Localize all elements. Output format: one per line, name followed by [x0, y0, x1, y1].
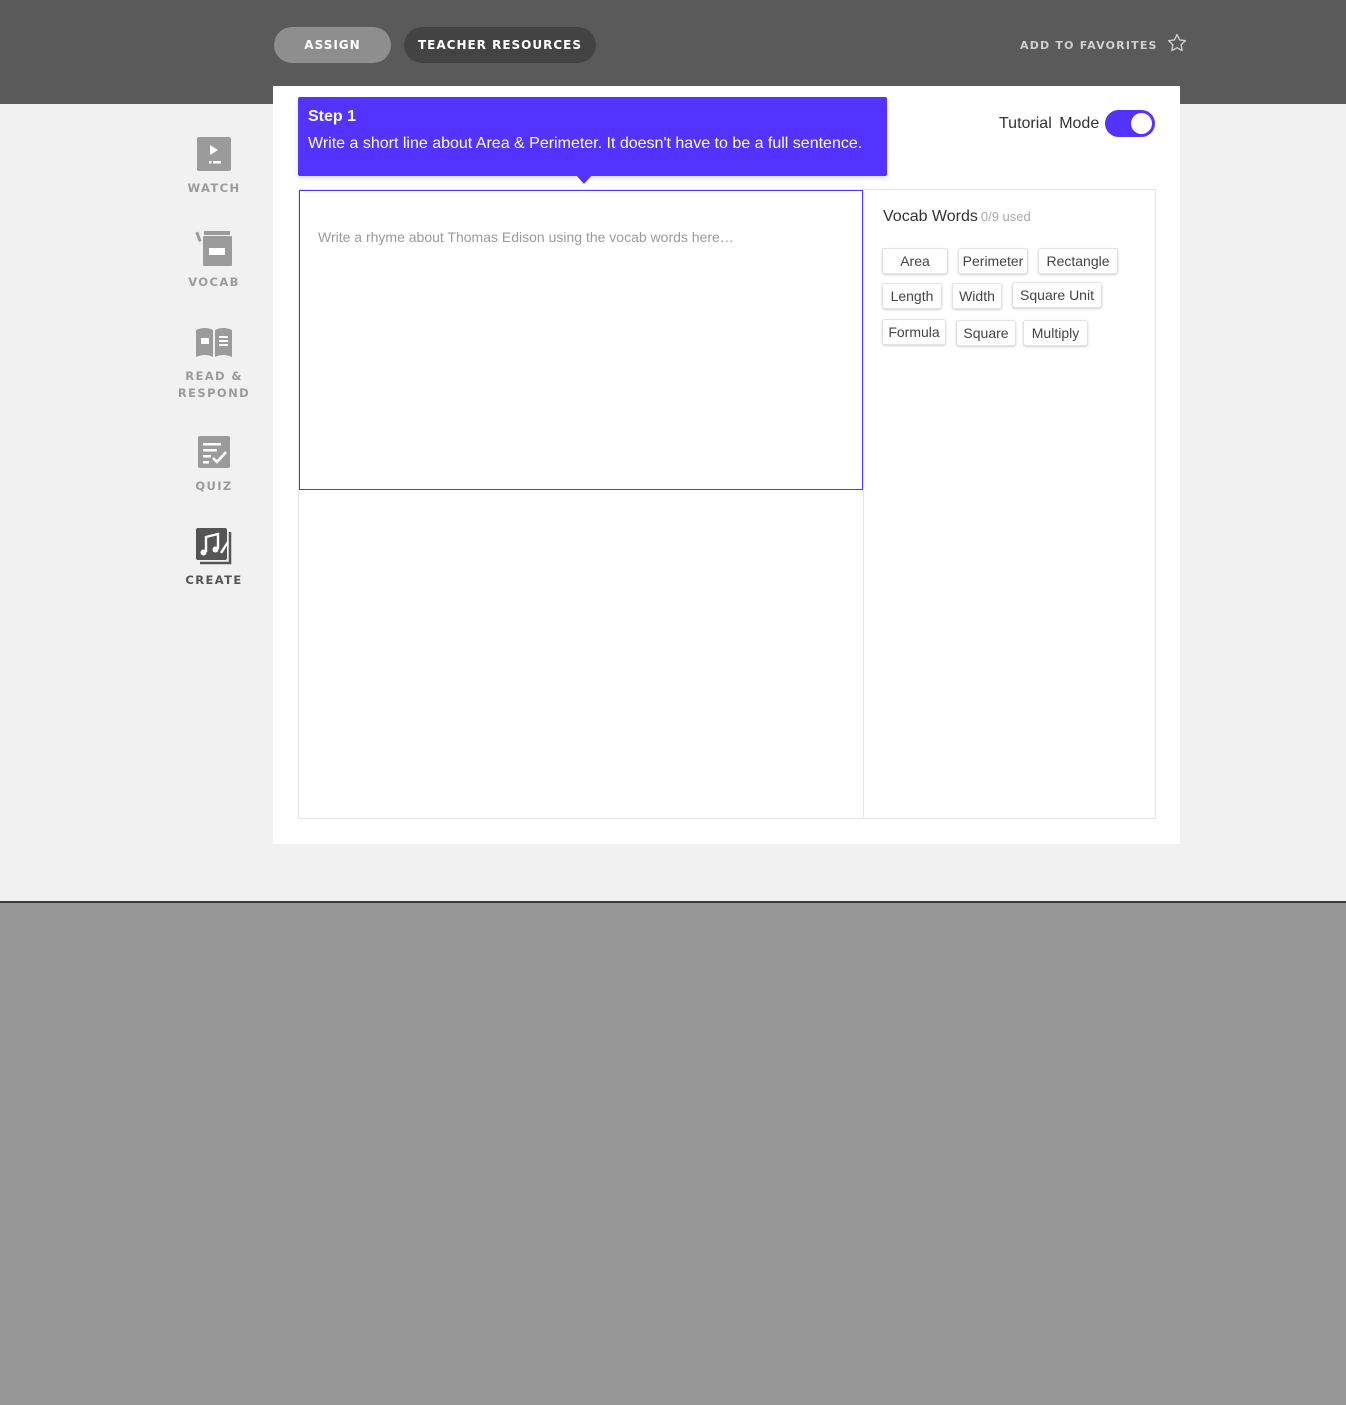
vocab-chip[interactable]: Square — [956, 320, 1016, 346]
tooltip-body: Write a short line about Area & Perimete… — [308, 135, 863, 152]
tutorial-mode-toggle[interactable] — [1105, 110, 1156, 137]
teacher-resources-button[interactable]: TEACHER RESOURCES — [404, 27, 596, 63]
vocab-chip[interactable]: Length — [882, 283, 942, 309]
nav-read-label-line1: READ & — [185, 369, 243, 383]
page-divider — [0, 901, 1346, 903]
nav-read-respond-label: READ & RESPOND — [178, 368, 250, 402]
open-book-icon — [194, 322, 234, 362]
nav-watch-label: WATCH — [187, 181, 241, 195]
nav-create-label: CREATE — [185, 573, 243, 587]
tutorial-tooltip: Step 1 Write a short line about Area & P… — [298, 97, 887, 176]
vocab-cards-icon — [194, 228, 234, 268]
panel-divider — [863, 189, 864, 819]
assign-button[interactable]: ASSIGN — [274, 27, 391, 63]
vocab-header: Vocab Words 0/9 used — [883, 208, 1031, 226]
nav-vocab-label: VOCAB — [188, 275, 240, 289]
checklist-icon — [194, 432, 234, 472]
nav-read-label-line2: RESPOND — [177, 386, 251, 400]
add-to-favorites-button[interactable]: ADD TO FAVORITES — [1020, 33, 1188, 57]
nav-quiz[interactable]: QUIZ — [168, 432, 260, 495]
nav-vocab[interactable]: VOCAB — [168, 228, 260, 291]
tooltip-title: Step 1 — [308, 108, 357, 125]
nav-create[interactable]: CREATE — [168, 526, 260, 589]
rhyme-input[interactable] — [318, 229, 844, 451]
nav-quiz-label: QUIZ — [195, 479, 233, 493]
rhyme-editor — [299, 190, 863, 490]
vocab-chip[interactable]: Area — [882, 248, 948, 274]
vocab-chip[interactable]: Multiply — [1023, 320, 1088, 346]
vocab-title: Vocab Words — [883, 208, 978, 225]
video-play-icon — [194, 134, 234, 174]
star-outline-icon — [1166, 32, 1188, 59]
nav-read-respond[interactable]: READ & RESPOND — [168, 322, 260, 402]
tooltip-arrow — [576, 175, 592, 184]
vocab-chip[interactable]: Formula — [882, 319, 946, 345]
music-note-icon — [194, 526, 234, 566]
favorites-label: ADD TO FAVORITES — [1020, 38, 1158, 52]
vocab-chip[interactable]: Width — [952, 283, 1002, 309]
nav-watch[interactable]: WATCH — [168, 134, 260, 197]
vocab-count: 0/9 used — [980, 209, 1031, 224]
tutorial-mode-label: Tutorial Mode — [999, 114, 1100, 132]
toggle-knob — [1131, 113, 1153, 134]
vocab-chip[interactable]: Square Unit — [1012, 282, 1102, 308]
vocab-chip[interactable]: Perimeter — [958, 248, 1028, 274]
vocab-chip[interactable]: Rectangle — [1038, 248, 1118, 274]
tutorial-mode-control: Tutorial Mode — [999, 110, 1156, 137]
